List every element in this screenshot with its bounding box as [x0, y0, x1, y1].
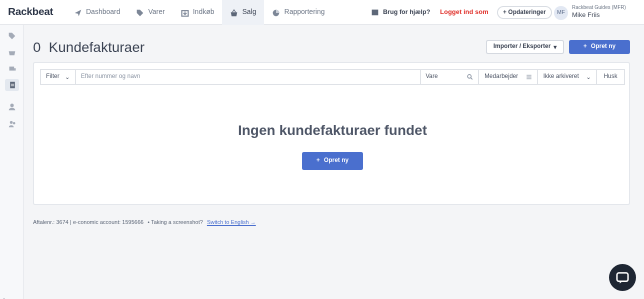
- archived-select-label: Ikke arkiveret: [543, 74, 579, 80]
- cart-in-icon: [181, 9, 189, 17]
- archived-select[interactable]: Ikke arkiveret ⌄: [538, 70, 598, 84]
- nav-dashboard[interactable]: Dashboard: [66, 0, 128, 25]
- chevron-down-icon: ▾: [553, 44, 557, 51]
- nav-rapportering-label: Rapportering: [284, 9, 325, 16]
- filter-label: Filter: [46, 74, 60, 80]
- agreement-info: Aftalenr.: 3674 | e-conomic account: 159…: [33, 220, 144, 226]
- users-settings-icon[interactable]: [7, 119, 17, 129]
- main-nav: Dashboard Varer Indkøb Salg Rapportering: [66, 0, 333, 25]
- nav-varer-label: Varer: [148, 9, 165, 16]
- invoice-icon[interactable]: [5, 79, 19, 91]
- updates-button[interactable]: + Opdateringer: [497, 6, 552, 19]
- basket-icon: [231, 8, 238, 16]
- tag-icon[interactable]: [7, 31, 17, 41]
- search-icon: [467, 74, 474, 80]
- top-bar: Rackbeat Dashboard Varer Indkøb Salg Rap…: [0, 0, 644, 25]
- nav-dashboard-label: Dashboard: [86, 9, 121, 16]
- page-title-text: Kundefakturaer: [48, 39, 145, 55]
- page-title: 0 Kundefakturaer: [33, 39, 145, 55]
- filter-dropdown[interactable]: Filter ⌄: [41, 70, 76, 84]
- user-icon[interactable]: [7, 102, 17, 112]
- account-name: Rackbeat Guides (MFR): [572, 5, 626, 11]
- search-input[interactable]: Efter nummer og navn: [76, 70, 421, 84]
- plus-icon: +: [583, 44, 587, 50]
- remember-button[interactable]: Husk: [597, 70, 624, 84]
- chevron-down-icon: ⌄: [64, 74, 70, 81]
- tag-icon: [137, 9, 144, 16]
- chevron-right-icon[interactable]: ›: [3, 295, 6, 299]
- empty-state-title: Ingen kundefakturaer fundet: [237, 122, 428, 138]
- plus-icon: +: [316, 158, 320, 164]
- chevron-down-icon: ⌄: [586, 74, 592, 81]
- switch-language-link[interactable]: Switch to English →: [207, 220, 256, 226]
- import-export-label: Importer / Eksporter: [493, 44, 551, 50]
- remember-label: Husk: [603, 74, 618, 80]
- invoice-count: 0: [33, 39, 41, 55]
- left-sidebar: ›: [0, 25, 24, 299]
- nav-varer[interactable]: Varer: [128, 0, 173, 25]
- paper-plane-icon: [74, 9, 82, 16]
- employee-filter-label: Medarbejder: [484, 74, 519, 80]
- list-icon: [526, 74, 532, 80]
- empty-create-label: Opret ny: [323, 158, 349, 164]
- filter-bar: Filter ⌄ Efter nummer og navn Vare Medar…: [40, 69, 625, 85]
- nav-indkob-label: Indkøb: [192, 9, 215, 16]
- item-filter-label: Vare: [425, 74, 438, 80]
- item-filter[interactable]: Vare: [421, 70, 480, 84]
- truck-icon[interactable]: [7, 64, 17, 74]
- nav-salg-label: Salg: [242, 9, 257, 16]
- nav-salg[interactable]: Salg: [222, 0, 265, 25]
- help-label: Brug for hjælp?: [383, 8, 431, 16]
- create-new-button[interactable]: + Opret ny: [569, 40, 630, 54]
- rackbeat-logo[interactable]: Rackbeat: [8, 6, 53, 18]
- help-link[interactable]: Brug for hjælp?: [371, 8, 430, 16]
- logged-in-label: Logget ind som: [440, 9, 489, 16]
- book-icon: [371, 9, 379, 16]
- footer: Aftalenr.: 3674 | e-conomic account: 159…: [33, 220, 256, 226]
- employee-filter[interactable]: Medarbejder: [479, 70, 539, 84]
- empty-create-button[interactable]: + Opret ny: [302, 152, 363, 170]
- screenshot-text: • Taking a screenshot?: [147, 220, 203, 226]
- search-placeholder: Efter nummer og navn: [80, 74, 141, 80]
- create-new-label: Opret ny: [590, 44, 616, 50]
- avatar[interactable]: MF: [554, 6, 568, 20]
- chat-button[interactable]: [609, 264, 636, 291]
- pie-chart-icon: [273, 9, 280, 16]
- chat-icon: [616, 271, 629, 284]
- user-name[interactable]: Mike Friis: [572, 12, 600, 19]
- nav-indkob[interactable]: Indkøb: [173, 0, 222, 25]
- basket-icon[interactable]: [7, 47, 17, 57]
- nav-rapportering[interactable]: Rapportering: [264, 0, 332, 25]
- import-export-dropdown[interactable]: Importer / Eksporter ▾: [486, 40, 564, 54]
- invoice-card: Filter ⌄ Efter nummer og navn Vare Medar…: [33, 62, 630, 205]
